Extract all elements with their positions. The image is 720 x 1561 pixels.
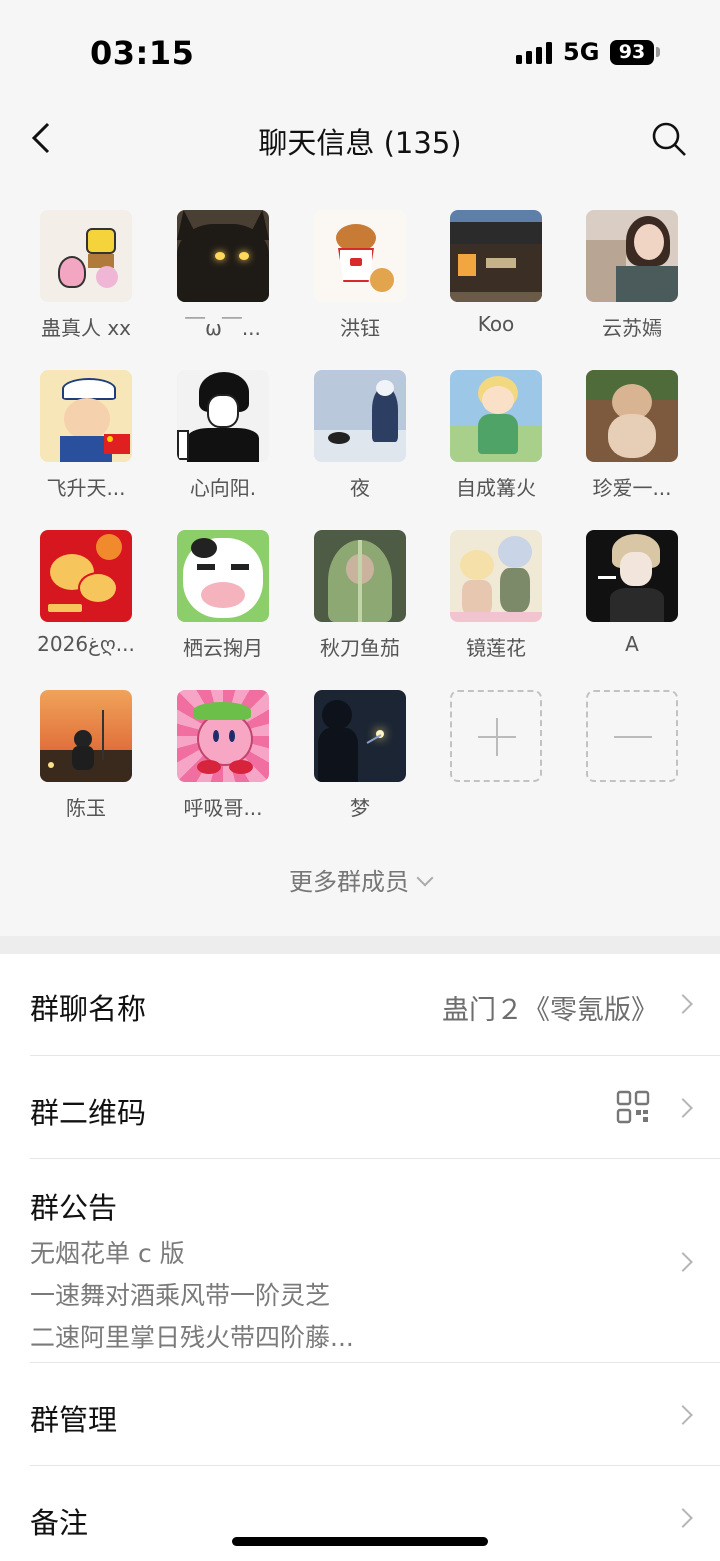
- status-bar: 03:15 5G 93: [0, 0, 720, 100]
- member-item[interactable]: ﻍ2026ღ...: [18, 530, 154, 656]
- notice-line: 无烟花单 c 版: [30, 1239, 185, 1268]
- member-item[interactable]: 秋刀鱼茄: [292, 530, 428, 661]
- member-name: 陈玉: [66, 796, 106, 820]
- member-name: ￣ω￣...: [185, 316, 261, 340]
- sailor-boy-avatar: [40, 370, 132, 462]
- nav-bar: 聊天信息 (135): [0, 100, 720, 178]
- member-name: 心向阳.: [189, 476, 257, 500]
- chevron-right-icon: [673, 994, 693, 1014]
- home-indicator: [232, 1537, 488, 1546]
- member-item[interactable]: 呼吸哥...: [155, 690, 291, 821]
- kirby-avatar: [177, 690, 269, 782]
- member-name: A: [625, 632, 639, 656]
- battery-icon: 93: [610, 40, 654, 65]
- member-item[interactable]: 夜: [292, 370, 428, 501]
- member-name: ﻍ2026ღ...: [37, 632, 135, 656]
- member-name: 飞升天...: [46, 476, 126, 500]
- member-name: 夜: [350, 476, 370, 500]
- chevron-down-icon: [416, 869, 434, 887]
- chevron-right-icon: [673, 1405, 693, 1425]
- member-item[interactable]: 洪钰: [292, 210, 428, 341]
- notice-line: 一速舞对酒乘风带一阶灵芝: [30, 1281, 331, 1310]
- member-item[interactable]: 珍爱一...: [564, 370, 700, 501]
- group-name-value: 蛊门２《零氪版》: [442, 995, 658, 1026]
- remark-row[interactable]: 备注: [30, 1466, 720, 1561]
- member-item[interactable]: 栖云掬月: [155, 530, 291, 661]
- member-item[interactable]: 蛊真人 xx: [18, 210, 154, 341]
- member-name: 珍爱一...: [592, 476, 672, 500]
- member-item[interactable]: ￣ω￣...: [155, 210, 291, 341]
- chevron-right-icon: [673, 1098, 693, 1118]
- more-members-button[interactable]: 更多群成员: [0, 862, 720, 897]
- wechat-new-year-avatar: [40, 530, 132, 622]
- chevron-right-icon: [673, 1252, 693, 1272]
- member-name: Koo: [477, 312, 515, 336]
- manga-boy-avatar: [177, 370, 269, 462]
- search-icon[interactable]: [650, 120, 688, 158]
- add-member-button[interactable]: [428, 690, 564, 782]
- group-notice-label: 群公告: [30, 1191, 118, 1225]
- member-item[interactable]: 自成篝火: [428, 370, 564, 501]
- member-item[interactable]: Koo: [428, 210, 564, 336]
- sparkler-avatar: [314, 690, 406, 782]
- member-item[interactable]: 飞升天...: [18, 370, 154, 501]
- black-cat-avatar: [177, 210, 269, 302]
- member-item[interactable]: A: [564, 530, 700, 656]
- girl-photo-avatar: [586, 210, 678, 302]
- remove-member-button[interactable]: [564, 690, 700, 782]
- network-type: 5G: [563, 38, 600, 66]
- member-item[interactable]: 心向阳.: [155, 370, 291, 501]
- minus-icon: [586, 690, 678, 782]
- qr-code-icon: [616, 1090, 650, 1124]
- snow-figure-avatar: [314, 370, 406, 462]
- remark-label: 备注: [30, 1506, 89, 1540]
- member-name: 蛊真人 xx: [40, 316, 132, 340]
- more-members-label: 更多群成员: [289, 868, 409, 896]
- member-item[interactable]: 镜莲花: [428, 530, 564, 661]
- member-name: 洪钰: [340, 316, 380, 340]
- page-title: 聊天信息 (135): [258, 126, 462, 160]
- cow-face-avatar: [177, 530, 269, 622]
- group-manage-label: 群管理: [30, 1403, 118, 1437]
- plus-icon: [450, 690, 542, 782]
- anime-couple-avatar: [450, 530, 542, 622]
- member-item[interactable]: 陈玉: [18, 690, 154, 821]
- signal-icon: [516, 42, 552, 64]
- fried-chicken-bucket-avatar: [314, 210, 406, 302]
- section-divider: [0, 936, 720, 954]
- member-name: 栖云掬月: [183, 636, 263, 660]
- anime-boy-dark-avatar: [586, 530, 678, 622]
- battery-tip: [656, 47, 660, 57]
- group-notice-content: 无烟花单 c 版 一速舞对酒乘风带一阶灵芝 二速阿里掌日残火带四阶藤...: [30, 1233, 354, 1359]
- status-time: 03:15: [90, 34, 195, 72]
- member-name: 梦: [350, 796, 370, 820]
- member-name: 镜莲花: [466, 636, 526, 660]
- member-name: 云苏嫣: [602, 316, 662, 340]
- leaf-man-avatar: [314, 530, 406, 622]
- cartoon-sponge-avatar: [40, 210, 132, 302]
- group-name-label: 群聊名称: [30, 992, 147, 1026]
- member-name: 秋刀鱼茄: [320, 636, 400, 660]
- storefront-avatar: [450, 210, 542, 302]
- anime-kid-avatar: [450, 370, 542, 462]
- member-name: 自成篝火: [456, 476, 536, 500]
- group-manage-row[interactable]: 群管理: [30, 1363, 720, 1466]
- chevron-right-icon: [673, 1508, 693, 1528]
- member-name: 呼吸哥...: [183, 796, 263, 820]
- group-notice-row[interactable]: 群公告 无烟花单 c 版 一速舞对酒乘风带一阶灵芝 二速阿里掌日残火带四阶藤..…: [30, 1159, 720, 1363]
- group-qr-label: 群二维码: [30, 1096, 147, 1130]
- member-item[interactable]: 云苏嫣: [564, 210, 700, 341]
- top-area: 03:15 5G 93 聊天信息 (135) 蛊真人 xx ￣ω￣... 洪钰 …: [0, 0, 720, 936]
- notice-line: 二速阿里掌日残火带四阶藤...: [30, 1323, 354, 1352]
- sunset-boy-avatar: [40, 690, 132, 782]
- settings-list: 群聊名称 蛊门２《零氪版》 群二维码 群公告 无烟花单 c 版 一速舞对酒乘风带…: [0, 954, 720, 1561]
- hamster-avatar: [586, 370, 678, 462]
- group-qr-row[interactable]: 群二维码: [30, 1056, 720, 1159]
- member-item[interactable]: 梦: [292, 690, 428, 821]
- group-name-row[interactable]: 群聊名称 蛊门２《零氪版》: [30, 954, 720, 1056]
